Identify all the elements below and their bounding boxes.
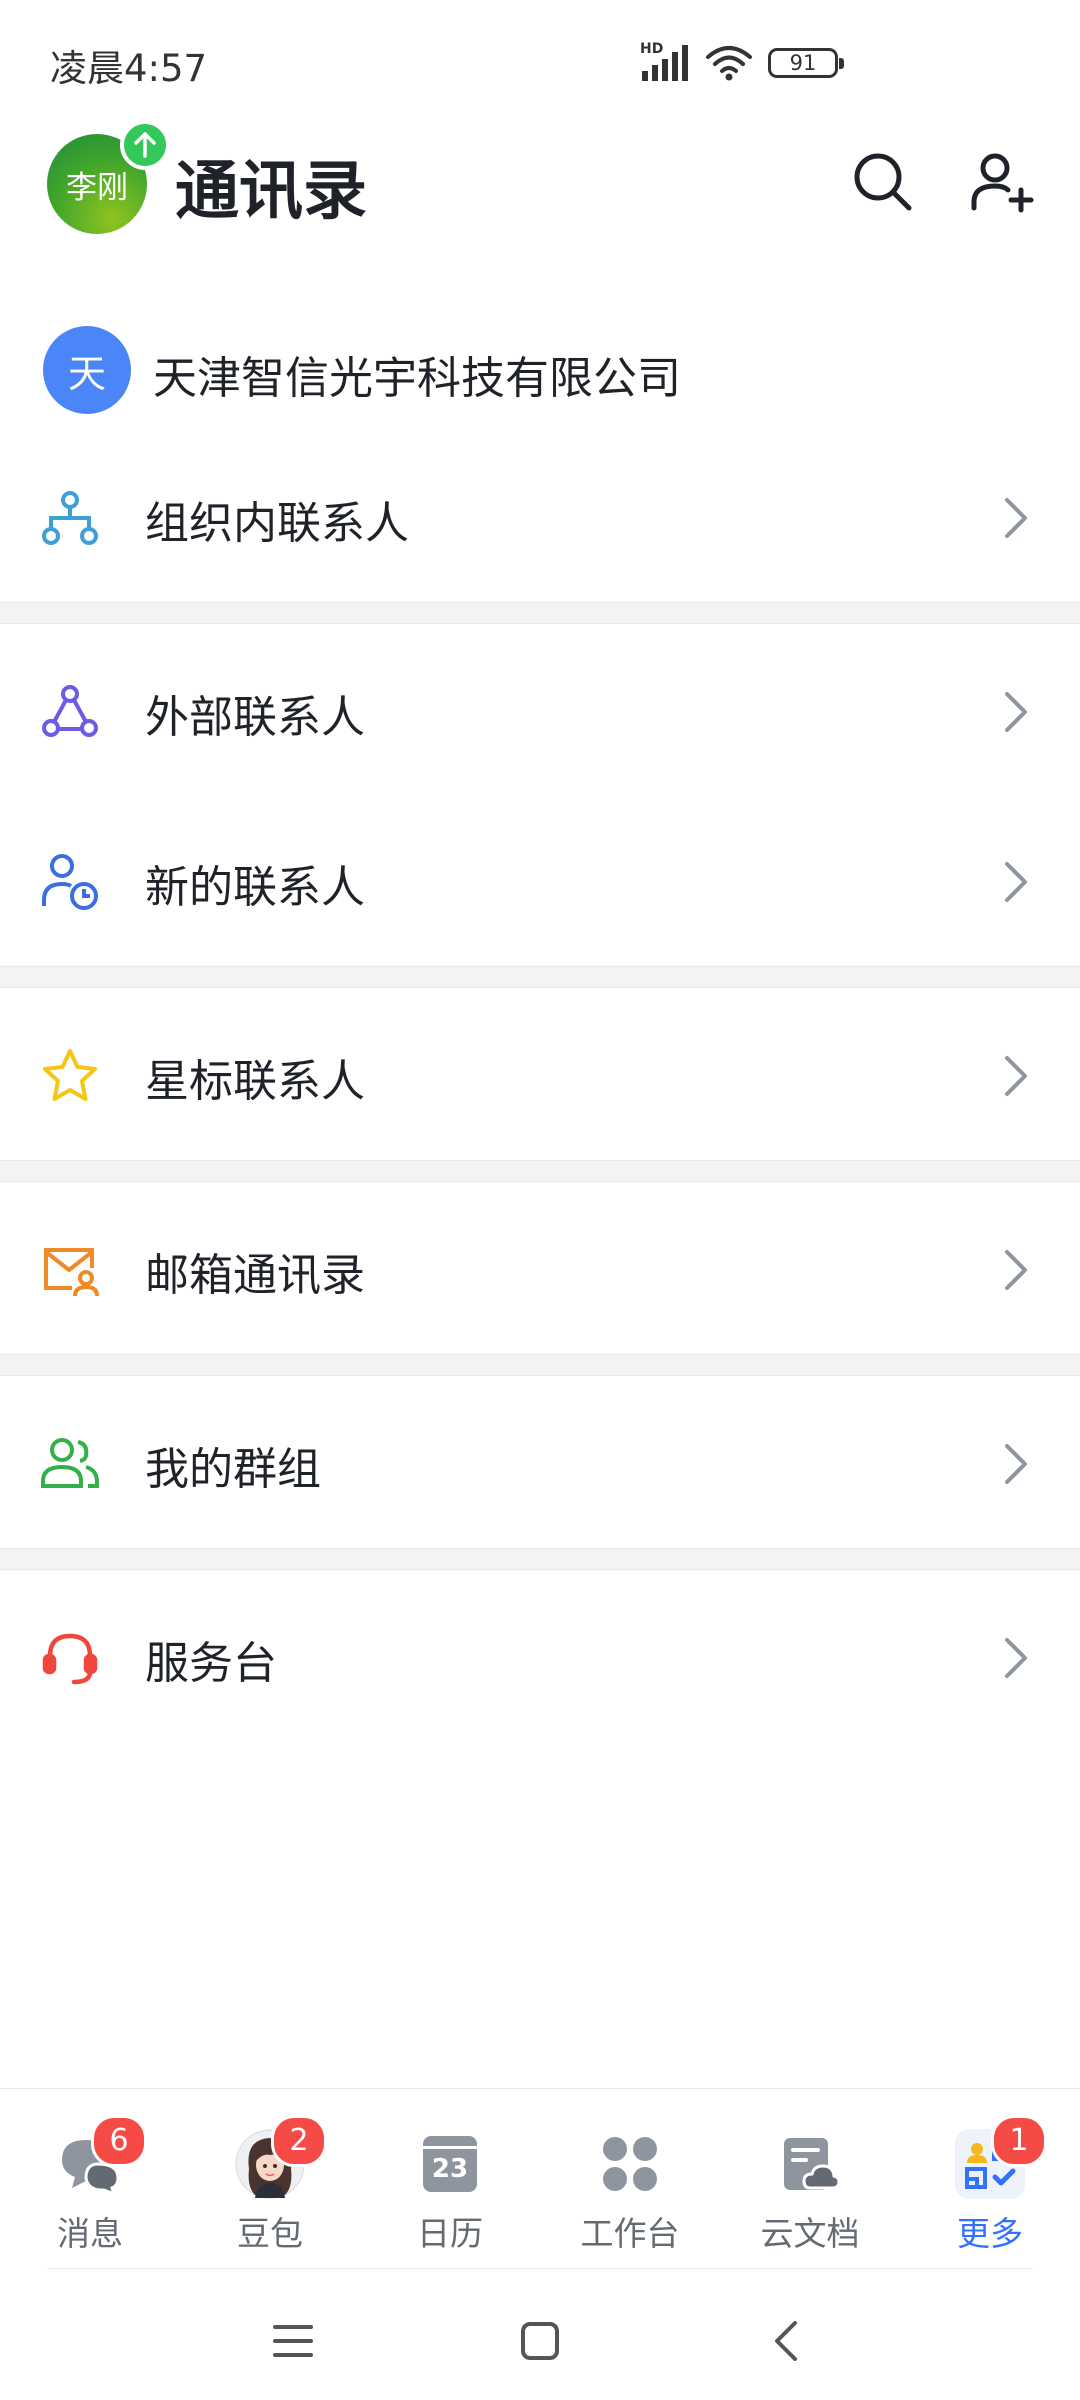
tab-messages[interactable]: 6 消息 bbox=[0, 2115, 180, 2253]
menu-item-service-desk[interactable]: 服务台 bbox=[0, 1572, 1080, 1742]
cloud-doc-icon bbox=[775, 2129, 845, 2199]
menu-item-label: 外部联系人 bbox=[145, 692, 365, 743]
chevron-right-icon bbox=[1005, 692, 1027, 732]
search-button[interactable] bbox=[843, 142, 923, 222]
company-avatar: 天 bbox=[43, 326, 131, 414]
home-square-icon bbox=[521, 2322, 559, 2360]
section-divider bbox=[0, 1354, 1080, 1376]
menu-item-label: 服务台 bbox=[145, 1638, 277, 1689]
menu-item-label: 星标联系人 bbox=[145, 1056, 365, 1107]
section-divider bbox=[0, 1160, 1080, 1182]
status-icons: HD 91 bbox=[640, 40, 844, 86]
tab-doubao[interactable]: 2 豆包 bbox=[180, 2115, 360, 2253]
company-row[interactable]: 天 天津智信光宇科技有限公司 bbox=[0, 318, 1080, 426]
arrow-up-icon bbox=[120, 120, 170, 170]
calendar-icon: 23 bbox=[415, 2129, 485, 2199]
apps-grid-icon bbox=[595, 2129, 665, 2199]
headset-icon bbox=[40, 1628, 100, 1688]
menu-item-my-groups[interactable]: 我的群组 bbox=[0, 1378, 1080, 1548]
tab-label: 云文档 bbox=[760, 2214, 860, 2253]
bottom-nav: 6 消息 2 豆包 23 日历 工作台 云文档 1 更多 bbox=[0, 2088, 1080, 2269]
add-contact-button[interactable] bbox=[963, 142, 1043, 222]
status-time: 凌晨4:57 bbox=[50, 47, 208, 90]
wifi-icon bbox=[704, 43, 754, 83]
mail-contacts-icon bbox=[40, 1240, 100, 1300]
tab-label: 工作台 bbox=[580, 2214, 680, 2253]
more-apps-icon: 1 bbox=[955, 2115, 1047, 2199]
tab-label: 日历 bbox=[417, 2214, 483, 2253]
battery-icon: 91 bbox=[768, 48, 844, 78]
back-arrow-icon bbox=[775, 2321, 797, 2361]
unread-badge: 6 bbox=[91, 2115, 147, 2167]
calendar-date: 23 bbox=[431, 2154, 469, 2184]
company-name: 天津智信光宇科技有限公司 bbox=[153, 353, 681, 404]
star-icon bbox=[40, 1046, 100, 1106]
chevron-right-icon bbox=[1005, 1444, 1027, 1484]
menu-item-mail-contacts[interactable]: 邮箱通讯录 bbox=[0, 1184, 1080, 1354]
chevron-right-icon bbox=[1005, 862, 1027, 902]
chat-icon: 6 bbox=[55, 2115, 147, 2199]
tab-more[interactable]: 1 更多 bbox=[900, 2115, 1080, 2253]
menu-item-external-contacts[interactable]: 外部联系人 bbox=[0, 626, 1080, 796]
section-divider bbox=[0, 602, 1080, 624]
chevron-right-icon bbox=[1005, 1056, 1027, 1096]
menu-item-new-contacts[interactable]: 新的联系人 bbox=[0, 796, 1080, 966]
home-button[interactable] bbox=[505, 2306, 575, 2376]
unread-badge: 1 bbox=[991, 2115, 1047, 2167]
tab-workbench[interactable]: 工作台 bbox=[540, 2129, 720, 2253]
recent-apps-button[interactable] bbox=[258, 2306, 328, 2376]
menu-item-label: 邮箱通讯录 bbox=[145, 1250, 365, 1301]
chevron-right-icon bbox=[1005, 1250, 1027, 1290]
new-contact-icon bbox=[40, 852, 100, 912]
groups-icon bbox=[40, 1434, 100, 1494]
search-icon bbox=[854, 153, 912, 211]
menu-item-org-contacts[interactable]: 组织内联系人 bbox=[0, 432, 1080, 602]
menu-item-starred-contacts[interactable]: 星标联系人 bbox=[0, 990, 1080, 1160]
system-nav-bar bbox=[0, 2278, 1080, 2400]
back-button[interactable] bbox=[752, 2306, 822, 2376]
section-divider bbox=[0, 1548, 1080, 1570]
menu-item-label: 组织内联系人 bbox=[145, 498, 409, 549]
menu-item-label: 我的群组 bbox=[145, 1444, 321, 1495]
divider bbox=[47, 2268, 1033, 2269]
chevron-right-icon bbox=[1005, 498, 1027, 538]
org-chart-icon bbox=[40, 488, 100, 548]
tab-label: 更多 bbox=[957, 2214, 1023, 2253]
status-bar: 凌晨4:57 HD 91 bbox=[0, 0, 1080, 120]
section-divider bbox=[0, 966, 1080, 988]
external-contacts-icon bbox=[40, 682, 100, 742]
signal-icon: HD bbox=[640, 41, 690, 83]
tab-cloud-docs[interactable]: 云文档 bbox=[720, 2129, 900, 2253]
tab-label: 消息 bbox=[57, 2214, 123, 2253]
add-contact-icon bbox=[971, 153, 1034, 213]
page-title: 通讯录 bbox=[175, 155, 367, 229]
chevron-right-icon bbox=[1005, 1638, 1027, 1678]
tab-label: 豆包 bbox=[237, 2214, 303, 2253]
doubao-avatar-icon: 2 bbox=[235, 2115, 327, 2199]
menu-item-label: 新的联系人 bbox=[145, 862, 365, 913]
header: 李刚 通讯录 bbox=[0, 120, 1080, 250]
tab-calendar[interactable]: 23 日历 bbox=[360, 2129, 540, 2253]
unread-badge: 2 bbox=[271, 2115, 327, 2167]
menu-icon bbox=[273, 2325, 313, 2357]
